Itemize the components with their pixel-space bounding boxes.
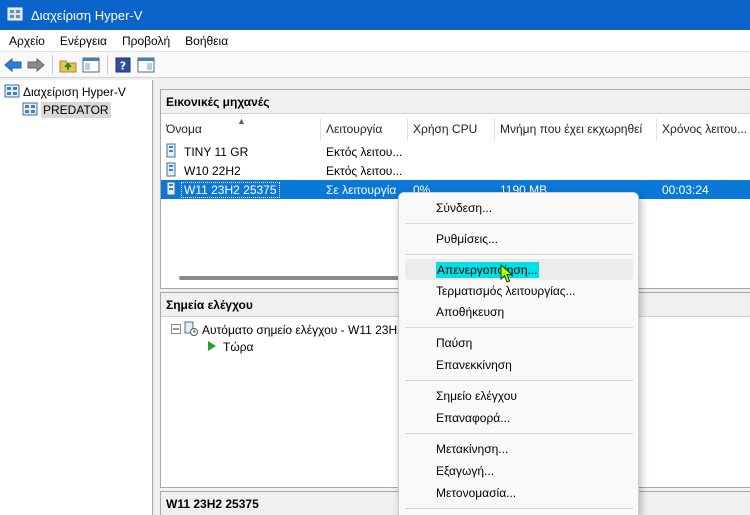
menu-turn-off[interactable]: Απενεργοποίηση... (405, 259, 633, 280)
vm-row[interactable]: W10 22H2 Εκτός λειτου... (161, 161, 750, 180)
menu-file[interactable]: Αρχείο (3, 34, 51, 48)
vm-icon (166, 162, 176, 180)
vm-pane-title: Εικονικές μηχανές (161, 90, 750, 114)
horizontal-scrollbar[interactable] (179, 276, 399, 280)
tree-root-label: Διαχείριση Hyper-V (23, 85, 126, 99)
back-arrow-icon[interactable] (2, 54, 23, 75)
menu-shut-down[interactable]: Τερματισμός λειτουργίας... (405, 280, 633, 301)
vm-icon (166, 181, 176, 199)
menu-view[interactable]: Προβολή (116, 34, 176, 48)
checkpoint-now-item[interactable]: Τώρα (207, 338, 253, 355)
mouse-cursor-icon (500, 263, 516, 287)
vm-state: Σε λειτουργία (326, 182, 397, 197)
toolbar-separator (107, 55, 108, 74)
context-menu: Σύνδεση... Ρυθμίσεις... Απενεργοποίηση..… (398, 192, 639, 515)
menu-pause[interactable]: Παύση (405, 332, 633, 353)
toolbar-separator (52, 55, 53, 74)
collapse-icon[interactable] (171, 323, 181, 337)
title-bar: Διαχείριση Hyper-V (0, 0, 750, 30)
server-icon (22, 101, 38, 120)
checkpoint-now-label: Τώρα (223, 339, 254, 354)
menu-reset[interactable]: Επανεκκίνηση (405, 354, 633, 375)
menu-separator (405, 380, 633, 381)
column-state[interactable]: Λειτουργία (321, 118, 408, 140)
column-name[interactable]: Όνομα (161, 118, 321, 140)
vm-name: W11 23H2 25375 (181, 181, 280, 198)
menu-revert[interactable]: Επαναφορά... (405, 407, 633, 428)
column-uptime[interactable]: Χρόνος λειτου... (657, 118, 750, 140)
hyperv-app-icon (7, 6, 23, 25)
tree-server-label: PREDATOR (41, 102, 111, 118)
menu-separator (405, 327, 633, 328)
checkpoint-label: Αυτόματο σημείο ελέγχου - W11 23H2 (202, 322, 404, 337)
menu-settings[interactable]: Ρυθμίσεις... (405, 228, 633, 249)
menu-checkpoint[interactable]: Σημείο ελέγχου (405, 385, 633, 406)
menu-separator (405, 254, 633, 255)
menu-move[interactable]: Μετακίνηση... (405, 438, 633, 459)
menu-rename[interactable]: Μετονομασία... (405, 482, 633, 503)
vm-state: Εκτός λειτου... (326, 163, 403, 178)
toolbar: ? (0, 51, 750, 78)
checkpoint-icon (184, 321, 198, 339)
checkpoint-item[interactable]: Αυτόματο σημείο ελέγχου - W11 23H2 (171, 321, 404, 338)
menu-connect[interactable]: Σύνδεση... (405, 197, 633, 218)
hyperv-manager-icon (4, 83, 20, 102)
vm-name: TINY 11 GR (184, 144, 249, 159)
play-icon (207, 340, 217, 354)
tree-item-server[interactable]: PREDATOR (22, 101, 111, 119)
column-memory[interactable]: Μνήμη που έχει εκχωρηθεί (495, 118, 657, 140)
svg-text:?: ? (119, 59, 125, 72)
menu-save[interactable]: Αποθήκευση (405, 301, 633, 322)
menu-separator (405, 508, 633, 509)
menu-action[interactable]: Ενέργεια (54, 34, 113, 48)
up-folder-icon[interactable] (57, 54, 78, 75)
help-icon[interactable]: ? (112, 54, 133, 75)
menu-separator (405, 433, 633, 434)
vm-name: W10 22H2 (184, 163, 241, 178)
menu-export[interactable]: Εξαγωγή... (405, 460, 633, 481)
show-tree-icon[interactable] (80, 54, 101, 75)
vm-state: Εκτός λειτου... (326, 144, 403, 159)
window-title: Διαχείριση Hyper-V (31, 7, 143, 23)
action-pane-icon[interactable] (135, 54, 156, 75)
menu-separator (405, 223, 633, 224)
menu-bar: Αρχείο Ενέργεια Προβολή Βοήθεια (0, 30, 750, 51)
vm-row[interactable]: TINY 11 GR Εκτός λειτου... (161, 142, 750, 161)
vm-icon (166, 143, 176, 161)
vm-list-header: Όνομα Λειτουργία Χρήση CPU Μνήμη που έχε… (161, 118, 750, 140)
vm-uptime: 00:03:24 (662, 182, 709, 197)
column-cpu[interactable]: Χρήση CPU (408, 118, 495, 140)
forward-arrow-icon[interactable] (25, 54, 46, 75)
tree-item-hyperv-manager[interactable]: Διαχείριση Hyper-V (4, 83, 126, 101)
menu-help[interactable]: Βοήθεια (179, 34, 234, 48)
menu-turn-off-label: Απενεργοποίηση... (436, 261, 539, 278)
navigation-tree: Διαχείριση Hyper-V PREDATOR (0, 80, 153, 515)
